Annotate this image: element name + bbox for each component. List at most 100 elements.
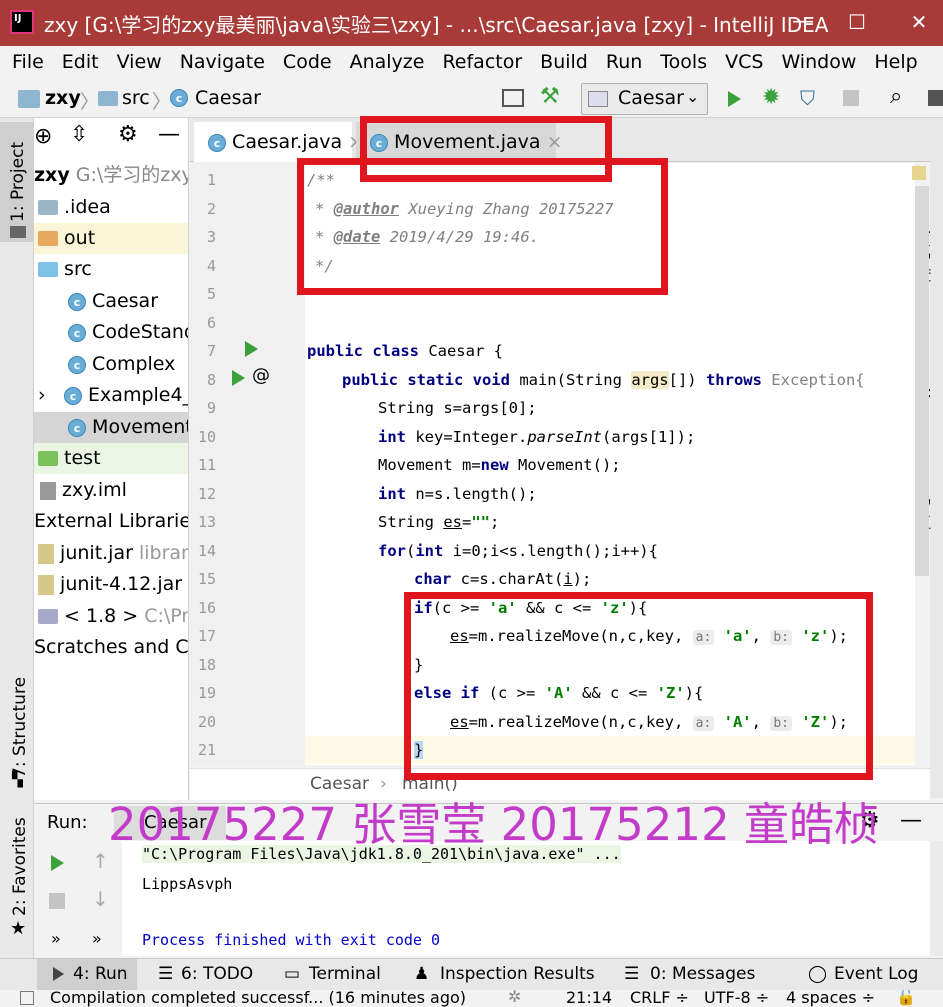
menu-help[interactable]: Help — [874, 51, 917, 73]
line-number: 18 — [197, 656, 216, 674]
indent-setting[interactable]: 4 spaces ÷ — [786, 990, 875, 1007]
tree-item-movement[interactable]: c Movement — [34, 412, 188, 443]
status-message[interactable]: Compilation completed successf... (16 mi… — [50, 990, 466, 1007]
expand-icon[interactable]: » — [51, 929, 61, 948]
code-text: ); — [572, 570, 592, 588]
tree-item-complex[interactable]: c Complex — [34, 349, 188, 380]
tree-item-scratches[interactable]: Scratches and Con — [34, 632, 188, 663]
close-button[interactable]: ✕ — [896, 6, 942, 38]
hide-icon[interactable]: — — [900, 808, 922, 833]
arrow-down-icon[interactable]: ↓ — [92, 887, 109, 911]
folder-icon — [38, 451, 58, 466]
structure-tab[interactable]: 7: Structure — [10, 677, 30, 778]
line-separator[interactable]: CRLF ÷ — [630, 990, 689, 1007]
gear-icon[interactable]: ⚙ — [118, 122, 138, 147]
menu-refactor[interactable]: Refactor — [442, 51, 522, 73]
tab-todo[interactable]: 6: TODO — [181, 964, 253, 984]
locate-icon[interactable]: ⊕ — [34, 124, 52, 149]
nav-crumb-class[interactable]: Caesar — [195, 87, 261, 109]
lock-icon[interactable]: 🔓 — [896, 990, 916, 1006]
string-literal: 'A' — [723, 713, 752, 731]
tree-item-codestand[interactable]: c CodeStand — [34, 317, 188, 348]
more-icon[interactable]: » — [92, 929, 102, 948]
code-line: } — [414, 651, 423, 679]
menu-navigate[interactable]: Navigate — [180, 51, 265, 73]
tree-item-junit412[interactable]: junit-4.12.jar li — [34, 569, 188, 600]
menu-code[interactable]: Code — [283, 51, 332, 73]
inspection-status-icon[interactable] — [912, 166, 926, 180]
collapse-icon[interactable]: ⇳ — [70, 122, 88, 147]
nav-crumb-src[interactable]: src — [122, 87, 150, 109]
nav-crumb-project[interactable]: zxy — [45, 87, 81, 109]
tree-item-zxy[interactable]: zxy G:\学习的zxy最美 — [34, 160, 188, 191]
menu-build[interactable]: Build — [540, 51, 588, 73]
line-number: 15 — [197, 570, 216, 588]
code-text: = — [462, 513, 472, 531]
project-tool-tab[interactable]: 1: Project — [0, 122, 34, 242]
menu-edit[interactable]: Edit — [62, 51, 99, 73]
tree-item-sdk[interactable]: < 1.8 > C:\Prog — [34, 601, 188, 632]
minimize-button[interactable]: — — [780, 6, 826, 38]
tree-item-idea[interactable]: .idea — [34, 192, 188, 223]
code-editor[interactable]: /** * @author Xueying Zhang 20175227 * @… — [305, 163, 915, 765]
menu-view[interactable]: View — [117, 51, 162, 73]
tree-item-src[interactable]: src — [34, 254, 188, 285]
keyword: int — [415, 542, 444, 560]
keyword: for — [378, 542, 406, 560]
code-text: String — [378, 513, 444, 531]
tree-item-caesar[interactable]: c Caesar — [34, 286, 188, 317]
run-icon[interactable] — [728, 91, 741, 107]
string-literal: 'z' — [600, 599, 629, 617]
debug-bug-icon[interactable]: ✹ — [762, 85, 780, 110]
stop-icon[interactable] — [49, 893, 65, 909]
code-text: * — [315, 228, 334, 246]
tree-item-out[interactable]: out — [34, 223, 188, 254]
menu-run[interactable]: Run — [606, 51, 642, 73]
rerun-icon[interactable] — [51, 855, 64, 871]
console-scrollbar[interactable] — [930, 841, 943, 956]
tree-item-example4[interactable]: ›c Example4_3 — [34, 380, 188, 411]
code-line: } — [414, 736, 424, 764]
chevron-right-icon[interactable]: › — [38, 380, 64, 411]
menu-vcs[interactable]: VCS — [725, 51, 763, 73]
inspection-icon: ♟ — [414, 964, 430, 984]
tab-movement-java[interactable]: c Movement.java × — [356, 122, 563, 162]
favorites-tab[interactable]: 2: Favorites — [10, 817, 30, 916]
layout-icon[interactable] — [502, 89, 524, 107]
tree-item-test[interactable]: test — [34, 443, 188, 474]
keyword: public class — [307, 342, 419, 360]
run-toolbar: ↑ ↓ » » — [34, 841, 122, 956]
hide-icon[interactable]: — — [158, 122, 180, 147]
tree-item-iml[interactable]: zxy.iml — [34, 475, 188, 506]
tab-terminal[interactable]: Terminal — [309, 964, 381, 984]
run-config-dropdown[interactable]: Caesar ⌄ — [581, 83, 708, 115]
hammer-build-icon[interactable]: ⚒ — [540, 84, 560, 109]
tab-event-log[interactable]: Event Log — [834, 964, 918, 984]
stop-icon[interactable] — [843, 90, 859, 106]
editor-scrollbar[interactable] — [915, 186, 929, 576]
close-tab-icon[interactable]: × — [547, 131, 563, 153]
tab-caesar-java[interactable]: c Caesar.java × — [194, 122, 364, 162]
console-output[interactable]: "C:\Program Files\Java\jdk1.8.0_201\bin\… — [122, 841, 930, 956]
tab-messages[interactable]: 0: Messages — [650, 964, 755, 984]
caret-position[interactable]: 21:14 — [566, 990, 612, 1007]
run-class-icon[interactable] — [245, 341, 258, 357]
tree-item-external-libraries[interactable]: External Libraries — [34, 506, 188, 537]
tab-run[interactable]: 4: Run — [37, 959, 137, 991]
file-encoding[interactable]: UTF-8 ÷ — [704, 990, 769, 1007]
search-icon[interactable]: ⌕ — [890, 84, 902, 109]
project-structure-icon[interactable] — [928, 90, 943, 106]
arrow-up-icon[interactable]: ↑ — [92, 849, 109, 873]
menu-analyze[interactable]: Analyze — [350, 51, 425, 73]
run-main-icon[interactable] — [232, 370, 245, 386]
status-toggle-icon[interactable] — [20, 991, 34, 1005]
tab-inspection-results[interactable]: Inspection Results — [440, 964, 595, 984]
string-literal: 'z' — [801, 627, 830, 645]
code-text: */ — [315, 257, 334, 275]
coverage-icon[interactable]: ⛉ — [800, 86, 815, 110]
menu-file[interactable]: File — [12, 51, 44, 73]
menu-window[interactable]: Window — [781, 51, 856, 73]
tree-item-junit[interactable]: junit.jar library — [34, 538, 188, 569]
maximize-button[interactable]: ☐ — [834, 6, 880, 38]
menu-tools[interactable]: Tools — [660, 51, 707, 73]
